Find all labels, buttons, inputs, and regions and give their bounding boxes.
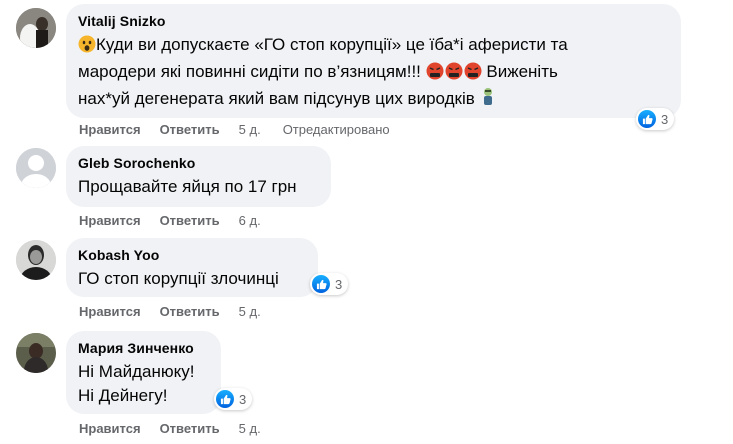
- author-name[interactable]: Мария Зинченко: [78, 339, 209, 357]
- reply-button[interactable]: Ответить: [160, 213, 220, 228]
- comment-actions: Нравится Ответить 5 д.: [79, 421, 283, 437]
- comment-line: Куди ви допускаєте «ГО стоп корупції» це…: [96, 35, 568, 54]
- like-button[interactable]: Нравится: [79, 304, 141, 319]
- author-name[interactable]: Gleb Sorochenko: [78, 154, 319, 172]
- comment-line: Виженіть: [486, 62, 558, 81]
- comment-line: ГО стоп корупції злочинці: [78, 269, 279, 288]
- like-reaction-icon: [216, 390, 234, 408]
- comment-bubble: Мария Зинченко Ні Майданюку! Ні Дейнегу!: [66, 331, 221, 414]
- edited-label: Отредактировано: [282, 122, 390, 137]
- comment-actions: Нравится Ответить 5 д.: [79, 304, 283, 320]
- reaction-count[interactable]: 3: [636, 108, 675, 130]
- comment-actions: Нравится Ответить 5 д. Отредактировано: [79, 122, 390, 138]
- comment-line: Ні Майданюку!: [78, 362, 195, 381]
- like-button[interactable]: Нравится: [79, 421, 141, 436]
- shocked-face-emoji-icon: [78, 35, 96, 60]
- like-reaction-icon: [638, 110, 656, 128]
- avatar[interactable]: [16, 333, 56, 373]
- author-name[interactable]: Kobash Yoo: [78, 246, 306, 264]
- zombie-emoji-icon: [480, 87, 496, 114]
- like-button[interactable]: Нравится: [79, 122, 141, 137]
- comment-text: ГО стоп корупції злочинці: [78, 267, 306, 291]
- like-reaction-icon: [312, 275, 330, 293]
- comment-bubble: Kobash Yoo ГО стоп корупції злочинці: [66, 238, 318, 297]
- comment-text: Прощавайте яйця по 17 грн: [78, 175, 319, 199]
- comment-line: Прощавайте яйця по 17 грн: [78, 177, 297, 196]
- avatar[interactable]: [16, 240, 56, 280]
- timestamp[interactable]: 6 д.: [239, 213, 261, 228]
- comment-line: Ні Дейнегу!: [78, 386, 168, 405]
- comment-text: Куди ви допускаєте «ГО стоп корупції» це…: [78, 33, 669, 114]
- like-button[interactable]: Нравится: [79, 213, 141, 228]
- reaction-count-value: 3: [239, 391, 247, 407]
- comment-actions: Нравится Ответить 6 д.: [79, 213, 283, 229]
- comment-text: Ні Майданюку! Ні Дейнегу!: [78, 360, 209, 408]
- comment-bubble: Vitalij Snizko Куди ви допускаєте «ГО ст…: [66, 4, 681, 118]
- author-name[interactable]: Vitalij Snizko: [78, 12, 669, 30]
- reaction-count[interactable]: 3: [214, 388, 253, 410]
- reaction-count-value: 3: [661, 111, 669, 127]
- comment-bubble: Gleb Sorochenko Прощавайте яйця по 17 гр…: [66, 146, 331, 207]
- reply-button[interactable]: Ответить: [160, 421, 220, 436]
- timestamp[interactable]: 5 д.: [239, 122, 261, 137]
- avatar[interactable]: [16, 148, 56, 188]
- comment-line: нах*уй дегенерата який вам підсунув цих …: [78, 89, 475, 108]
- avatar[interactable]: [16, 8, 56, 48]
- reply-button[interactable]: Ответить: [160, 304, 220, 319]
- reaction-count[interactable]: 3: [310, 273, 349, 295]
- comment-line: мародери які повинні сидіти по в’язницям…: [78, 62, 421, 81]
- reaction-count-value: 3: [335, 276, 343, 292]
- cursing-face-emoji-icon: [426, 62, 482, 87]
- reply-button[interactable]: Ответить: [160, 122, 220, 137]
- timestamp[interactable]: 5 д.: [239, 421, 261, 436]
- timestamp[interactable]: 5 д.: [239, 304, 261, 319]
